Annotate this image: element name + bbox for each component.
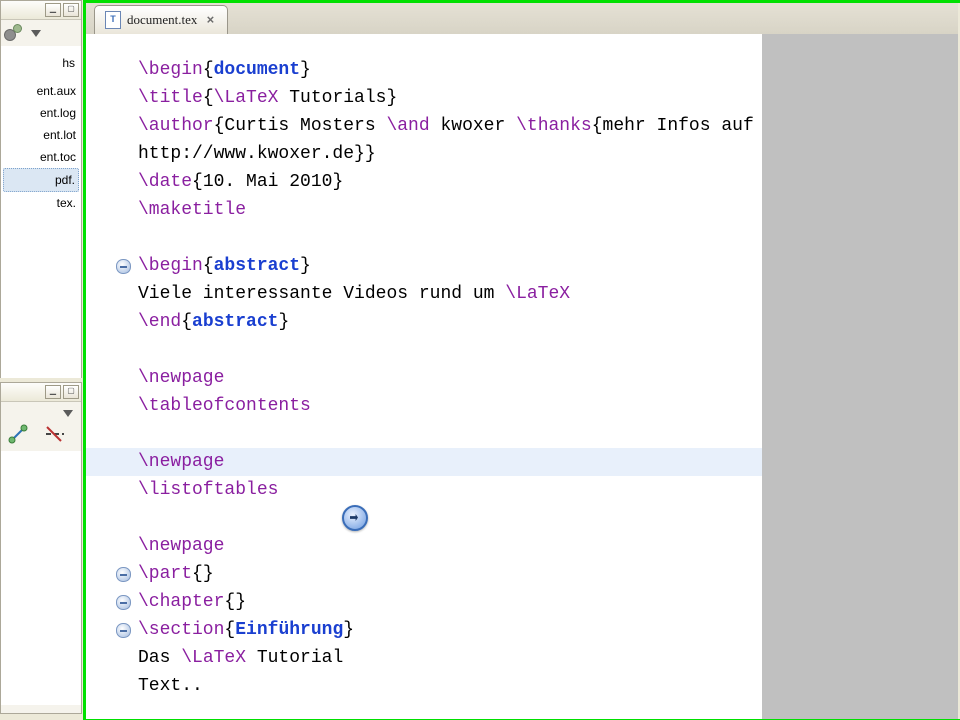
code-line[interactable]: \part{} xyxy=(138,560,752,588)
tex-file-icon xyxy=(105,11,121,29)
code-line[interactable] xyxy=(138,336,752,364)
code-line[interactable] xyxy=(138,504,752,532)
code-line[interactable] xyxy=(138,224,752,252)
editor-gray-margin xyxy=(762,34,958,720)
code-line[interactable]: \date{10. Mai 2010} xyxy=(138,168,752,196)
code-editor[interactable]: \begin{document}\title{\LaTeX Tutorials}… xyxy=(86,34,763,720)
project-panel: ▁ ▢ hs ent.auxent.logent.lotent.toc.pdf.… xyxy=(0,0,82,378)
file-list-item[interactable]: .tex xyxy=(3,192,79,214)
minimize-panel-button[interactable]: ▁ xyxy=(45,3,61,17)
panel-toolbar xyxy=(1,20,81,46)
maximize-panel-button[interactable]: ▢ xyxy=(63,3,79,17)
dropdown-icon[interactable] xyxy=(63,410,73,417)
editor-tab[interactable]: document.tex × xyxy=(94,5,228,34)
code-line[interactable]: \newpage xyxy=(138,364,752,392)
code-line[interactable]: \tableofcontents xyxy=(138,392,752,420)
code-line[interactable]: http://www.kwoxer.de}} xyxy=(138,140,752,168)
code-line[interactable]: Viele interessante Videos rund um \LaTeX xyxy=(138,280,752,308)
editor-area: document.tex × \begin{document}\title{\L… xyxy=(86,0,958,720)
file-list-item[interactable]: .pdf xyxy=(3,168,79,192)
panel-titlebar: ▁ ▢ xyxy=(1,1,81,20)
project-heading: hs xyxy=(3,50,79,80)
outline-panel: ▁ ▢ xyxy=(0,382,82,714)
tab-bar: document.tex × xyxy=(86,0,958,35)
code-line[interactable]: \maketitle xyxy=(138,196,752,224)
code-line[interactable]: Das \LaTeX Tutorial xyxy=(138,644,752,672)
panel-titlebar: ▁ ▢ xyxy=(1,383,81,402)
gears-icon[interactable] xyxy=(5,24,23,42)
file-list-item[interactable]: ent.aux xyxy=(3,80,79,102)
code-line[interactable]: \chapter{} xyxy=(138,588,752,616)
file-explorer: hs ent.auxent.logent.lotent.toc.pdf.tex xyxy=(1,46,81,378)
minimize-panel-button[interactable]: ▁ xyxy=(45,385,61,399)
code-line[interactable]: \section{Einführung} xyxy=(138,616,752,644)
maximize-panel-button[interactable]: ▢ xyxy=(63,385,79,399)
code-line[interactable]: \listoftables xyxy=(138,476,752,504)
file-list-item[interactable]: ent.log xyxy=(3,102,79,124)
file-list: ent.auxent.logent.lotent.toc.pdf.tex xyxy=(3,80,79,214)
close-tab-button[interactable]: × xyxy=(203,13,217,27)
code-line[interactable] xyxy=(138,420,752,448)
dropdown-icon[interactable] xyxy=(31,30,41,37)
left-sidebar: ▁ ▢ hs ent.auxent.logent.lotent.toc.pdf.… xyxy=(0,0,82,720)
file-list-item[interactable]: ent.lot xyxy=(3,124,79,146)
link-icon[interactable] xyxy=(7,423,29,445)
code-line[interactable]: \end{abstract} xyxy=(138,308,752,336)
code-line[interactable]: \begin{document} xyxy=(138,56,752,84)
code-line[interactable]: \newpage xyxy=(138,532,752,560)
code-line[interactable]: \newpage xyxy=(138,448,752,476)
code-line[interactable]: Text.. xyxy=(138,672,752,700)
code-line[interactable]: \title{\LaTeX Tutorials} xyxy=(138,84,752,112)
unlink-icon[interactable] xyxy=(43,423,65,445)
code-line[interactable]: \author{Curtis Mosters \and kwoxer \than… xyxy=(138,112,752,140)
file-list-item[interactable]: ent.toc xyxy=(3,146,79,168)
code-content[interactable]: \begin{document}\title{\LaTeX Tutorials}… xyxy=(86,34,762,700)
code-line[interactable]: \begin{abstract} xyxy=(138,252,752,280)
tab-label: document.tex xyxy=(127,12,197,28)
